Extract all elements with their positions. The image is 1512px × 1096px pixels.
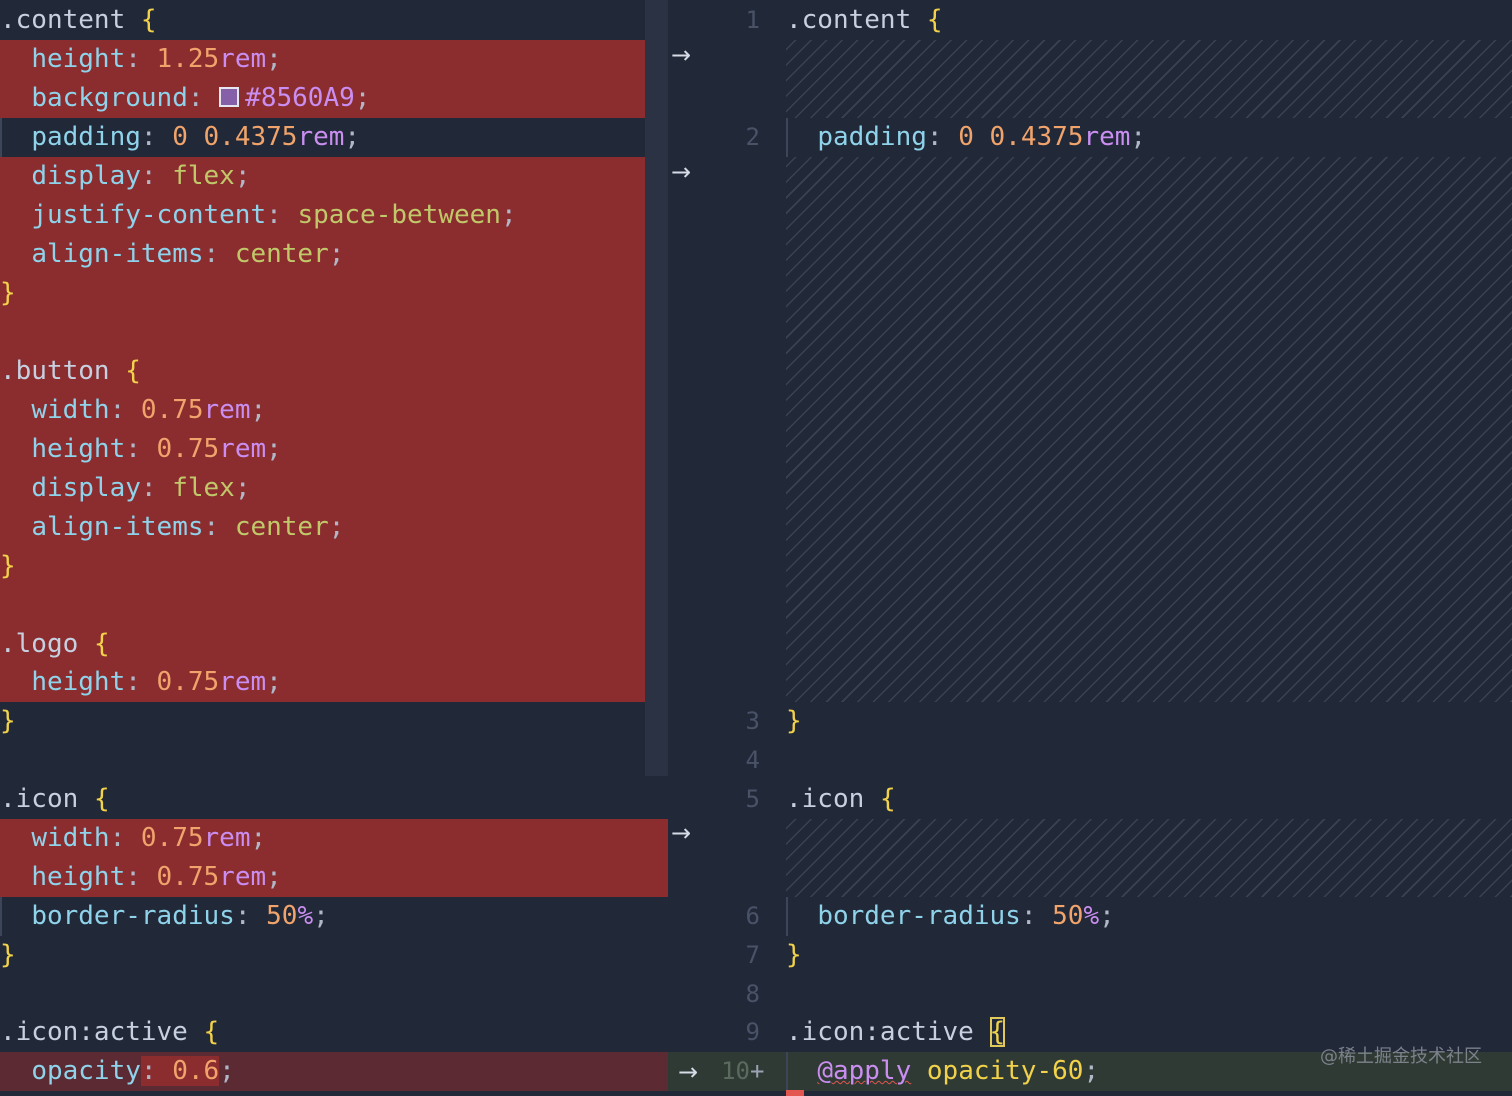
- removed-line: [0, 313, 668, 352]
- removed-line: height: 0.75rem;: [0, 663, 668, 702]
- removed-line: height: 0.75rem;: [0, 858, 668, 897]
- line-number: 3: [745, 707, 760, 735]
- line-number: 10: [721, 1057, 750, 1085]
- removed-line: }: [0, 547, 668, 586]
- line-number: 2: [745, 123, 760, 151]
- revert-arrow-icon[interactable]: →: [668, 36, 694, 75]
- diff-editor: .content { height: 1.25rem; background: …: [0, 0, 1512, 1096]
- original-pane[interactable]: .content { height: 1.25rem; background: …: [0, 0, 668, 1096]
- code-line: .icon {: [786, 784, 896, 814]
- line-number: 6: [745, 902, 760, 930]
- error-marker: [786, 1090, 804, 1096]
- code-line: }: [786, 940, 802, 970]
- indent-guide: [786, 118, 788, 157]
- removed-line: .logo {: [0, 625, 668, 664]
- code-line: }: [786, 706, 802, 736]
- removed-line: align-items: center;: [0, 235, 668, 274]
- removed-line: }: [0, 274, 668, 313]
- modified-pane[interactable]: .content { padding: 0 0.4375rem; } .icon…: [786, 0, 1512, 1096]
- watermark: @稀土掘金技术社区: [1320, 1046, 1482, 1067]
- revert-arrow-icon[interactable]: →: [668, 153, 694, 192]
- line-number: 5: [745, 785, 760, 813]
- removed-line: display: flex;: [0, 469, 668, 508]
- removed-line: background: #8560A9;: [0, 79, 668, 118]
- line-number: 8: [745, 980, 760, 1008]
- code-line: .content {: [0, 5, 157, 35]
- code-line: border-radius: 50%;: [786, 897, 1512, 936]
- indent-guide: [0, 897, 2, 936]
- removed-line: align-items: center;: [0, 508, 668, 547]
- code-line: }: [0, 940, 16, 970]
- removed-line: justify-content: space-between;: [0, 196, 668, 235]
- removed-line: display: flex;: [0, 157, 668, 196]
- removed-line: width: 0.75rem;: [0, 391, 668, 430]
- added-marker: +: [750, 1057, 765, 1085]
- line-number: 7: [745, 941, 760, 969]
- indent-guide: [786, 897, 788, 936]
- modified-line: opacity: 0.6;: [0, 1052, 668, 1091]
- code-line: }: [0, 706, 16, 736]
- code-line: .icon:active {: [0, 1017, 220, 1047]
- code-line: border-radius: 50%;: [0, 897, 668, 936]
- removed-line: width: 0.75rem;: [0, 819, 668, 858]
- color-swatch[interactable]: [219, 86, 240, 107]
- line-number: 4: [745, 746, 760, 774]
- line-number: 9: [745, 1018, 760, 1046]
- indent-guide: [0, 118, 2, 157]
- removed-line: .button {: [0, 352, 668, 391]
- revert-arrow-icon[interactable]: →: [668, 814, 694, 853]
- indent-guide: [786, 1052, 788, 1091]
- code-line: .icon {: [0, 784, 110, 814]
- removed-line: [0, 586, 668, 625]
- removed-line: height: 1.25rem;: [0, 40, 668, 79]
- line-number: 1: [745, 6, 760, 34]
- overview-scrollbar[interactable]: [645, 0, 668, 776]
- code-line: padding: 0 0.4375rem;: [0, 118, 668, 157]
- code-line: padding: 0 0.4375rem;: [786, 118, 1512, 157]
- diff-placeholder: [786, 40, 1512, 118]
- diff-placeholder: [786, 819, 1512, 897]
- diff-placeholder: [786, 157, 1512, 702]
- removed-line: height: 0.75rem;: [0, 430, 668, 469]
- code-line: .content {: [786, 5, 943, 35]
